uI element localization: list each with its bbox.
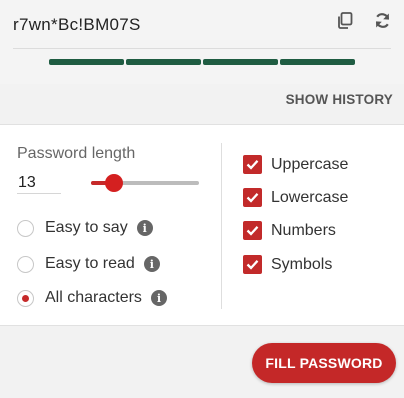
checkbox-uppercase[interactable]: [243, 155, 262, 174]
slider-thumb[interactable]: [104, 174, 123, 192]
copy-button[interactable]: [335, 12, 355, 34]
mode-all-characters[interactable]: All characters i: [17, 289, 167, 307]
checkbox-numbers[interactable]: [243, 221, 262, 240]
radio-all-characters[interactable]: [17, 289, 34, 307]
mode-easy-to-say[interactable]: Easy to say i: [17, 219, 153, 237]
password-length-label: Password length: [17, 145, 136, 162]
password-length-slider[interactable]: [91, 173, 199, 193]
strength-meter: [49, 59, 355, 65]
check-icon: [246, 260, 259, 270]
mode-label: All characters: [45, 289, 142, 306]
generated-password[interactable]: r7wn*Bc!BM07S: [13, 15, 141, 35]
fill-password-button[interactable]: FILL PASSWORD: [252, 343, 396, 383]
history-bar: SHOW HISTORY: [0, 84, 404, 124]
strength-segment: [49, 59, 124, 65]
charset-numbers[interactable]: Numbers: [243, 221, 336, 240]
charset-lowercase[interactable]: Lowercase: [243, 188, 348, 207]
password-panel: r7wn*Bc!BM07S: [0, 0, 404, 84]
strength-segment: [280, 59, 355, 65]
charset-uppercase[interactable]: Uppercase: [243, 155, 348, 174]
info-icon[interactable]: i: [143, 256, 160, 272]
radio-easy-to-read[interactable]: [17, 255, 34, 273]
show-history-button[interactable]: SHOW HISTORY: [286, 92, 393, 107]
strength-segment: [203, 59, 278, 65]
info-icon[interactable]: i: [150, 290, 167, 306]
regenerate-button[interactable]: [372, 13, 392, 33]
charset-label: Numbers: [271, 221, 336, 239]
charset-label: Lowercase: [271, 188, 349, 206]
charset-symbols[interactable]: Symbols: [243, 255, 332, 274]
refresh-icon: [374, 12, 391, 34]
options-panel: Password length Easy to say i Easy to re…: [0, 124, 404, 326]
charset-label: Symbols: [271, 255, 333, 273]
strength-segment: [126, 59, 201, 65]
password-length-input[interactable]: [17, 170, 61, 194]
check-icon: [246, 226, 259, 236]
mode-label: Easy to say: [45, 219, 128, 236]
copy-icon: [337, 12, 353, 34]
password-divider: [13, 48, 391, 49]
radio-easy-to-say[interactable]: [17, 219, 34, 237]
mode-label: Easy to read: [45, 255, 135, 272]
checkbox-lowercase[interactable]: [243, 188, 262, 207]
info-icon[interactable]: i: [136, 220, 153, 236]
check-icon: [246, 160, 259, 170]
mode-easy-to-read[interactable]: Easy to read i: [17, 255, 160, 273]
options-divider: [221, 143, 222, 309]
footer: FILL PASSWORD: [0, 326, 404, 398]
check-icon: [246, 193, 259, 203]
charset-label: Uppercase: [271, 155, 349, 173]
checkbox-symbols[interactable]: [243, 255, 262, 274]
